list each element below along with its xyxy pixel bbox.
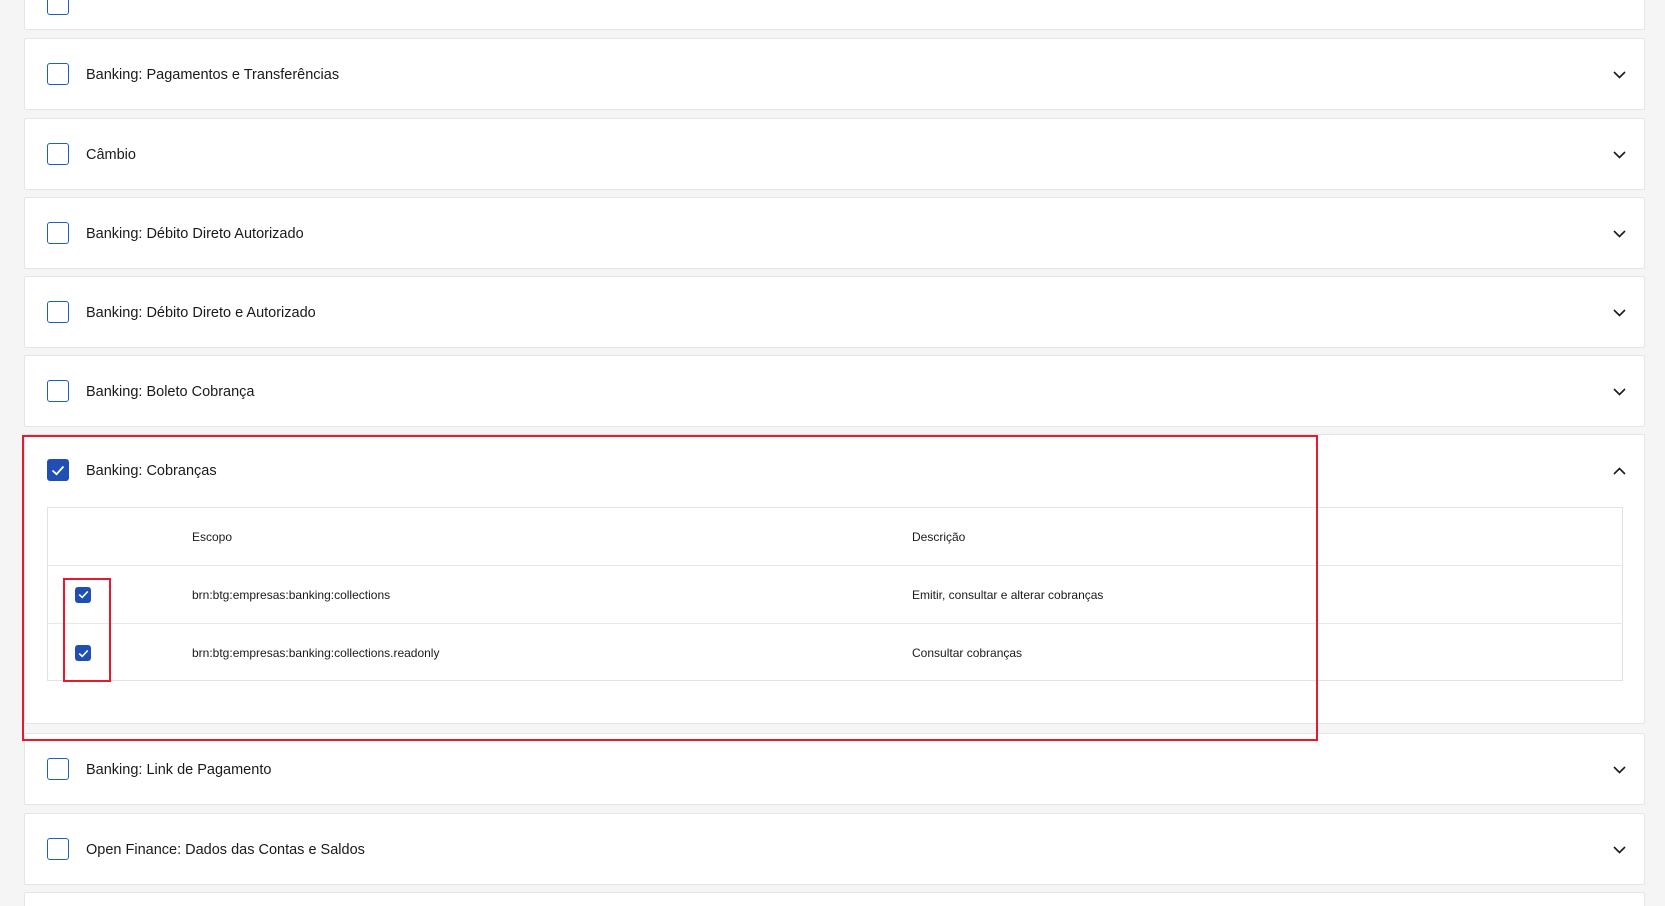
section-header[interactable]: Banking: Débito Direto Autorizado bbox=[25, 198, 1644, 270]
row-checkbox[interactable] bbox=[75, 645, 91, 661]
chevron-down-icon[interactable] bbox=[1612, 843, 1626, 857]
scope-table: Escopo Descrição brn:btg:empresas:bankin… bbox=[47, 507, 1623, 681]
chevron-down-icon[interactable] bbox=[1612, 763, 1626, 777]
section-card-expanded: Banking: Cobranças Escopo Descrição brn:… bbox=[24, 434, 1645, 724]
row-checkbox[interactable] bbox=[75, 586, 91, 603]
section-title: Banking: Débito Direto Autorizado bbox=[86, 226, 304, 242]
chevron-down-icon[interactable] bbox=[1612, 385, 1626, 399]
section-title: Banking: Cobranças bbox=[86, 463, 217, 479]
section-title: Banking: Boleto Cobrança bbox=[86, 384, 255, 400]
chevron-up-icon[interactable] bbox=[1612, 464, 1626, 478]
section-card: Open Finance: Dados das Contas e Saldos bbox=[24, 813, 1645, 885]
section-header[interactable]: Banking: Link de Pagamento bbox=[25, 734, 1644, 806]
check-icon bbox=[78, 649, 88, 658]
column-header-scope: Escopo bbox=[192, 529, 233, 544]
section-title: Banking: Pagamentos e Transferências bbox=[86, 67, 340, 83]
chevron-down-icon[interactable] bbox=[1612, 227, 1626, 241]
section-card-partial-top bbox=[24, 0, 1645, 30]
section-card: Câmbio bbox=[24, 118, 1645, 190]
section-checkbox[interactable] bbox=[47, 0, 69, 15]
table-header-row: Escopo Descrição bbox=[48, 508, 1622, 566]
column-header-description: Descrição bbox=[912, 529, 966, 544]
section-header[interactable]: Banking: Cobranças bbox=[25, 435, 1644, 507]
chevron-down-icon[interactable] bbox=[1612, 68, 1626, 82]
check-icon bbox=[78, 590, 88, 599]
section-title: Banking: Débito Direto e Autorizado bbox=[86, 305, 316, 321]
table-row: brn:btg:empresas:banking:collections Emi… bbox=[48, 566, 1622, 624]
section-checkbox[interactable] bbox=[47, 838, 69, 860]
section-checkbox[interactable] bbox=[47, 758, 69, 780]
scope-selection-page: Banking: Pagamentos e Transferências Câm… bbox=[0, 0, 1665, 906]
description-value: Consultar cobranças bbox=[912, 646, 1023, 660]
table-row: brn:btg:empresas:banking:collections.rea… bbox=[48, 624, 1622, 682]
section-card: Banking: Boleto Cobrança bbox=[24, 355, 1645, 427]
check-icon bbox=[51, 465, 65, 475]
section-checkbox[interactable] bbox=[47, 380, 69, 402]
section-checkbox[interactable] bbox=[47, 459, 69, 481]
section-card: Banking: Débito Direto Autorizado bbox=[24, 197, 1645, 269]
description-value: Emitir, consultar e alterar cobranças bbox=[912, 587, 1104, 602]
section-checkbox[interactable] bbox=[47, 63, 69, 85]
section-card: Banking: Link de Pagamento bbox=[24, 733, 1645, 805]
section-card-partial-bottom bbox=[24, 892, 1645, 906]
section-title: Banking: Link de Pagamento bbox=[86, 762, 272, 778]
scope-value: brn:btg:empresas:banking:collections.rea… bbox=[192, 646, 440, 660]
section-header[interactable]: Banking: Débito Direto e Autorizado bbox=[25, 277, 1644, 349]
section-title: Câmbio bbox=[86, 147, 136, 163]
chevron-down-icon[interactable] bbox=[1612, 306, 1626, 320]
scope-value: brn:btg:empresas:banking:collections bbox=[192, 587, 391, 602]
section-checkbox[interactable] bbox=[47, 222, 69, 244]
section-header[interactable]: Banking: Boleto Cobrança bbox=[25, 356, 1644, 428]
section-header[interactable]: Câmbio bbox=[25, 119, 1644, 191]
section-card: Banking: Débito Direto e Autorizado bbox=[24, 276, 1645, 348]
section-header[interactable]: Banking: Pagamentos e Transferências bbox=[25, 39, 1644, 111]
chevron-down-icon[interactable] bbox=[1612, 148, 1626, 162]
section-checkbox[interactable] bbox=[47, 143, 69, 165]
section-title: Open Finance: Dados das Contas e Saldos bbox=[86, 842, 365, 858]
section-card: Banking: Pagamentos e Transferências bbox=[24, 38, 1645, 110]
section-checkbox[interactable] bbox=[47, 301, 69, 323]
section-header[interactable]: Open Finance: Dados das Contas e Saldos bbox=[25, 814, 1644, 886]
